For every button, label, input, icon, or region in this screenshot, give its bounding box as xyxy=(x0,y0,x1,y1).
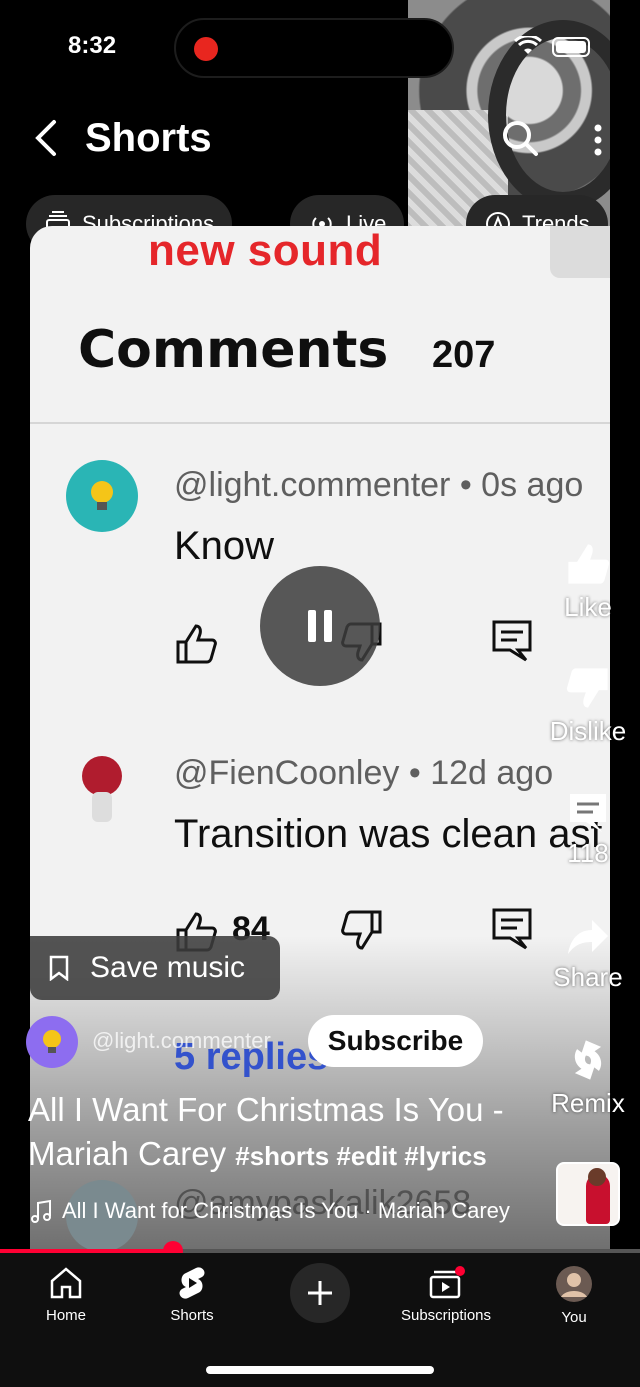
like-label: Like xyxy=(564,592,612,622)
battery-icon xyxy=(552,37,590,57)
comments-heading: Comments xyxy=(78,320,389,380)
like-button[interactable]: Like xyxy=(538,540,638,623)
recording-indicator-icon xyxy=(194,37,218,61)
save-music-button[interactable]: Save music xyxy=(30,936,280,1000)
comments-button[interactable]: 118 xyxy=(538,790,638,869)
video-grey-corner xyxy=(550,226,610,278)
nav-you[interactable]: You xyxy=(514,1265,634,1326)
subscriptions-icon xyxy=(429,1266,465,1299)
pause-button[interactable] xyxy=(260,566,380,686)
share-button[interactable]: Share xyxy=(538,914,638,993)
share-arrow-icon xyxy=(568,920,608,954)
status-time: 8:32 xyxy=(68,32,117,59)
nav-label: Subscriptions xyxy=(400,1307,492,1324)
nav-shorts[interactable]: Shorts xyxy=(132,1265,252,1324)
plus-icon xyxy=(308,1281,332,1305)
reply-icon xyxy=(492,908,532,950)
search-icon[interactable] xyxy=(500,118,540,158)
thumbs-down-icon xyxy=(341,910,382,950)
comment-icon xyxy=(570,794,606,832)
album-art-thumbnail[interactable] xyxy=(556,1162,620,1226)
thumbs-down-icon xyxy=(566,668,608,708)
album-figure-head xyxy=(588,1168,606,1186)
bookmark-icon xyxy=(49,955,69,981)
save-music-label: Save music xyxy=(90,951,246,984)
subscribe-button[interactable]: Subscribe xyxy=(308,1015,483,1067)
music-note-icon xyxy=(31,1199,51,1223)
back-button[interactable] xyxy=(30,118,66,158)
thumbs-up-icon xyxy=(568,544,610,584)
comments-count-label: 118 xyxy=(567,838,609,868)
home-icon xyxy=(50,1267,82,1299)
thumbs-up-icon xyxy=(176,624,217,664)
avatar xyxy=(82,756,122,822)
home-indicator xyxy=(206,1366,434,1374)
comments-count: 207 xyxy=(432,334,496,376)
nav-subscriptions[interactable]: Subscriptions xyxy=(386,1265,506,1324)
music-track-row[interactable]: All I Want for Christmas Is You · Mariah… xyxy=(30,1198,510,1224)
remix-icon xyxy=(574,1040,602,1080)
lightbulb-icon xyxy=(91,481,113,510)
wifi-icon xyxy=(514,36,542,54)
nav-home[interactable]: Home xyxy=(6,1265,126,1324)
dislike-label: Dislike xyxy=(549,716,627,746)
more-options-icon[interactable] xyxy=(586,120,610,160)
nav-label: Home xyxy=(45,1307,86,1324)
reply-icon xyxy=(492,620,532,662)
profile-avatar-icon xyxy=(556,1266,592,1302)
share-label: Share xyxy=(553,962,623,992)
create-button[interactable] xyxy=(290,1263,350,1323)
channel-avatar[interactable] xyxy=(26,1016,78,1068)
comment-author: @FienCoonley • 12d ago xyxy=(174,754,554,792)
video-caption-overlay: new sound xyxy=(148,226,383,275)
dynamic-island xyxy=(174,18,454,78)
comment-author: @light.commenter • 0s ago xyxy=(174,466,584,504)
page-title: Shorts xyxy=(85,116,212,160)
nav-label: Shorts xyxy=(170,1307,214,1324)
lightbulb-icon xyxy=(43,1030,61,1053)
video-hashtags[interactable]: #shorts #edit #lyrics xyxy=(235,1141,486,1171)
channel-name[interactable]: @light.commenter xyxy=(92,1028,271,1054)
nav-label: You xyxy=(561,1309,587,1326)
divider xyxy=(30,422,610,424)
dislike-button[interactable]: Dislike xyxy=(538,664,638,747)
avatar xyxy=(66,460,138,532)
shorts-icon xyxy=(179,1267,205,1299)
comment-text: Know xyxy=(174,524,275,568)
video-title[interactable]: All I Want For Christmas Is You - Mariah… xyxy=(28,1088,558,1178)
music-track-label: All I Want for Christmas Is You · Mariah… xyxy=(62,1198,510,1223)
